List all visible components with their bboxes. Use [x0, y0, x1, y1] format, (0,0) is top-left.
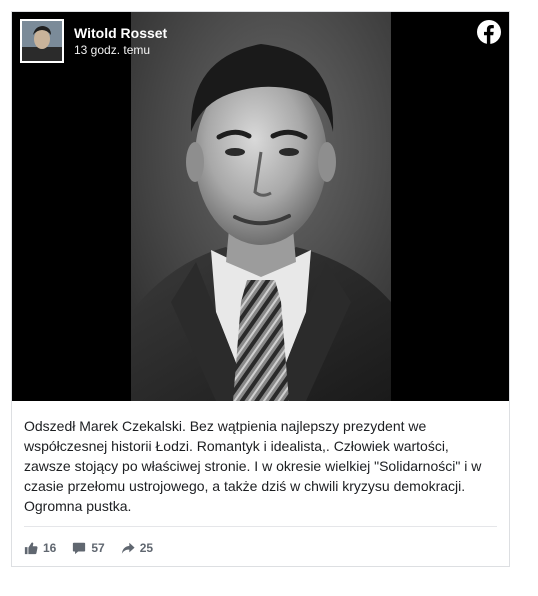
shares-stat[interactable]: 25: [121, 541, 153, 555]
post-media[interactable]: Witold Rosset 13 godz. temu: [12, 12, 509, 401]
embedded-post: Witold Rosset 13 godz. temu Odszedł Mare…: [11, 11, 510, 567]
author-name[interactable]: Witold Rosset: [74, 25, 167, 42]
post-timestamp[interactable]: 13 godz. temu: [74, 42, 167, 58]
post-header: Witold Rosset 13 godz. temu: [20, 19, 167, 63]
author-info: Witold Rosset 13 godz. temu: [74, 25, 167, 58]
comments-count: 57: [91, 541, 105, 555]
facebook-icon[interactable]: [477, 20, 501, 44]
share-arrow-icon: [121, 542, 135, 554]
comments-stat[interactable]: 57: [72, 541, 105, 555]
comment-bubble-icon: [73, 542, 86, 555]
thumbs-up-icon: [24, 542, 38, 555]
likes-count: 16: [43, 541, 57, 555]
author-avatar[interactable]: [20, 19, 64, 63]
avatar-graphic: [22, 21, 62, 61]
post-footer: 16 57 25: [24, 536, 169, 560]
footer-divider: [24, 526, 497, 527]
post-text: Odszedł Marek Czekalski. Bez wątpienia n…: [24, 418, 482, 514]
portrait-photo[interactable]: [131, 12, 391, 401]
portrait-photo-graphic: [131, 12, 391, 401]
likes-stat[interactable]: 16: [24, 541, 56, 555]
shares-count: 25: [139, 541, 154, 555]
